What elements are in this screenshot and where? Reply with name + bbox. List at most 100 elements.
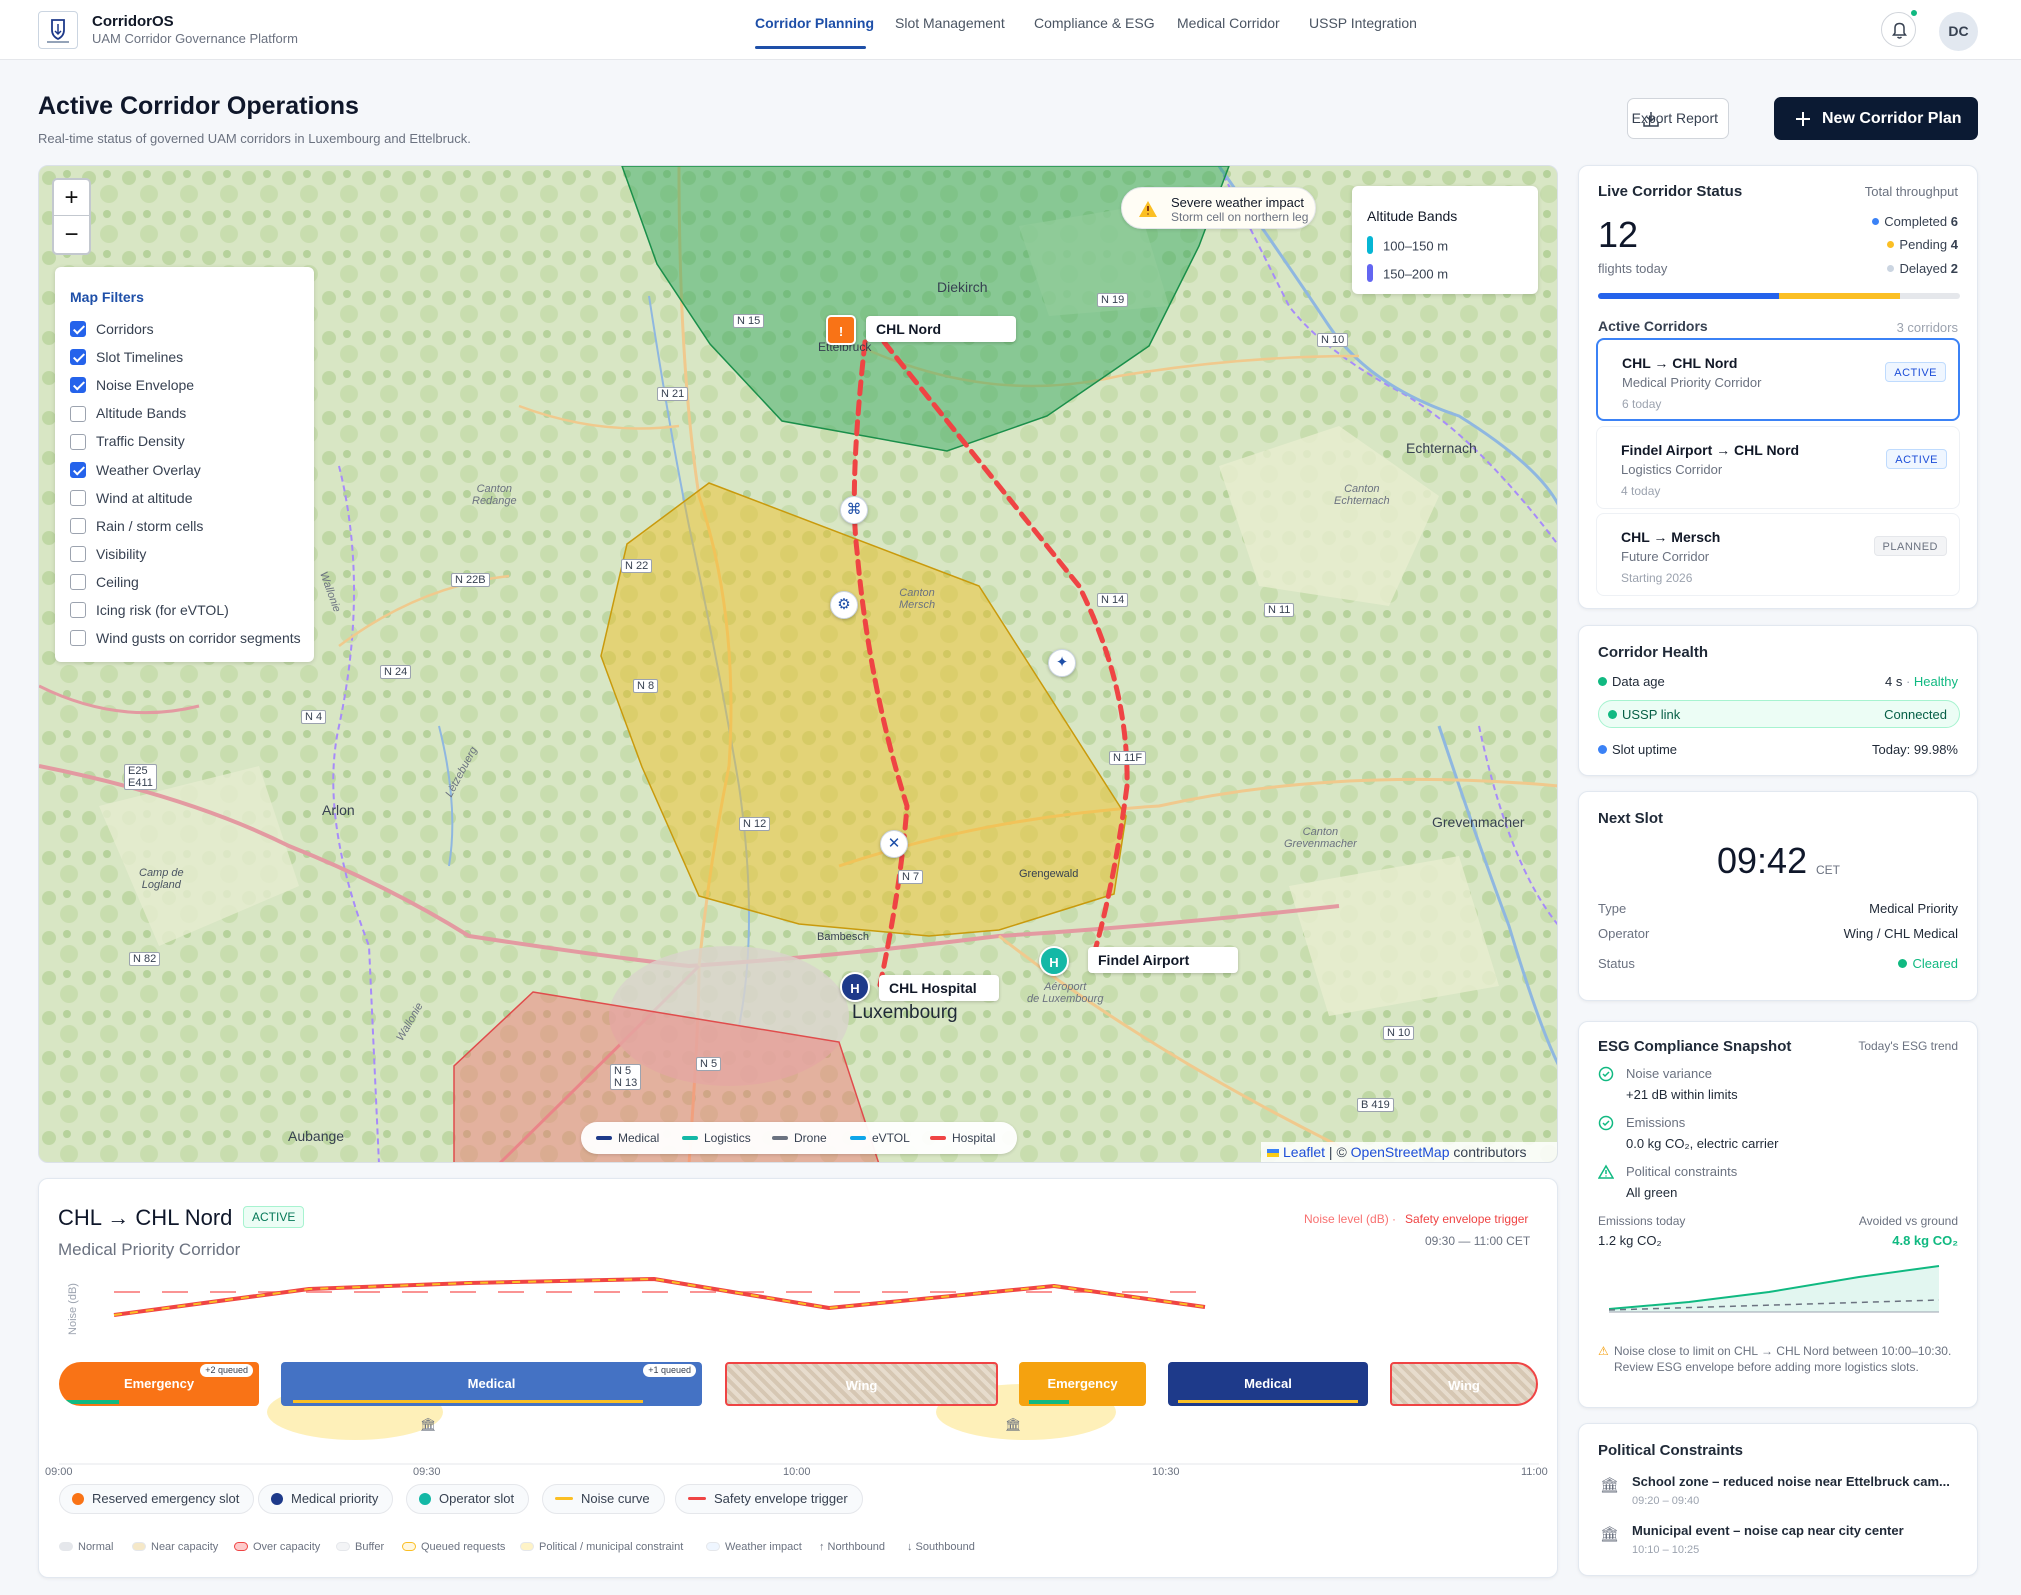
slot-medical[interactable]: Medical (1168, 1362, 1368, 1406)
corridor-map[interactable]: Diekirch Ettelbruck Luxembourg Arlon Gre… (38, 165, 1558, 1163)
status-key-over-capacity: Over capacity (234, 1541, 320, 1553)
filter-option[interactable]: Slot Timelines (70, 349, 183, 367)
tab-ussp-integration[interactable]: USSP Integration (1309, 15, 1417, 31)
road-label: N 14 (1097, 593, 1129, 607)
drone-waypoint-icon[interactable]: ⚙ (830, 591, 858, 619)
slot-emergency[interactable]: Emergency (1019, 1362, 1146, 1406)
municipal-constraint-icon[interactable]: 🏛 (420, 1417, 437, 1433)
town-label: Bambesch (817, 931, 869, 943)
zoom-in-button[interactable]: + (54, 180, 89, 216)
filter-option[interactable]: Rain / storm cells (70, 518, 203, 536)
legend-chip-safety-envelope[interactable]: Safety envelope trigger (675, 1484, 863, 1514)
filter-option[interactable]: Traffic Density (70, 433, 185, 451)
legend-chip-operator-slot[interactable]: Operator slot (406, 1484, 530, 1514)
drone-waypoint-icon[interactable]: ⌘ (840, 496, 868, 524)
drone-waypoint-icon[interactable]: ✕ (880, 830, 908, 858)
status-key-normal: Normal (59, 1541, 113, 1553)
filter-option[interactable]: Noise Envelope (70, 377, 194, 395)
political-constraints-card: Political Constraints 🏛 School zone – re… (1578, 1423, 1978, 1576)
progress-pending (1779, 293, 1900, 299)
filter-option[interactable]: Ceiling (70, 574, 139, 592)
legend-chip-noise-curve[interactable]: Noise curve (542, 1484, 665, 1514)
filter-option[interactable]: Icing risk (for eVTOL) (70, 602, 229, 620)
tab-slot-management[interactable]: Slot Management (895, 15, 1005, 31)
corridor-item-chl-mersch[interactable]: CHL → Mersch Future Corridor Starting 20… (1596, 513, 1960, 596)
filter-checkbox[interactable] (70, 405, 86, 422)
corridor-item-chl-chl-nord[interactable]: CHL → CHL Nord Medical Priority Corridor… (1596, 338, 1960, 421)
filter-label: Wind at altitude (96, 489, 193, 506)
time-tick: 10:00 (783, 1466, 811, 1478)
chl-hospital-marker[interactable]: H (840, 972, 870, 1002)
status-key-queued: Queued requests (402, 1541, 505, 1553)
filter-checkbox[interactable] (70, 489, 86, 506)
filter-option[interactable]: Altitude Bands (70, 405, 186, 423)
filter-option[interactable]: Corridors (70, 321, 154, 339)
slot-label: Emergency (123, 1376, 195, 1391)
filter-option[interactable]: Wind at altitude (70, 490, 193, 508)
filter-checkbox[interactable] (70, 517, 86, 534)
time-tick: 09:30 (413, 1466, 441, 1478)
osm-link[interactable]: OpenStreetMap (1351, 1144, 1450, 1160)
filter-checkbox[interactable] (70, 349, 86, 366)
slot-label: Emergency (1047, 1376, 1118, 1391)
filter-checkbox[interactable] (70, 377, 86, 394)
notifications-button[interactable] (1881, 12, 1916, 47)
filter-checkbox[interactable] (70, 574, 86, 591)
user-avatar[interactable]: DC (1939, 12, 1978, 51)
esg-item-label: Political constraints (1626, 1164, 1738, 1179)
slot-wing[interactable]: Wing (725, 1362, 998, 1406)
road-label: N 5 N 13 (610, 1064, 642, 1090)
tab-medical-corridor[interactable]: Medical Corridor (1177, 15, 1280, 31)
constraint-title[interactable]: Municipal event – noise cap near city ce… (1632, 1523, 1904, 1538)
road-label: N 11 (1264, 603, 1295, 617)
altitude-bands-title: Altitude Bands (1367, 208, 1458, 224)
corridor-subtitle: Medical Priority Corridor (1622, 375, 1762, 390)
tab-compliance-esg[interactable]: Compliance & ESG (1034, 15, 1155, 31)
filter-checkbox[interactable] (70, 433, 86, 450)
filter-option[interactable]: Wind gusts on corridor segments (70, 630, 301, 648)
zoom-out-button[interactable]: − (54, 217, 89, 253)
slot-emergency[interactable]: Emergency +2 queued (59, 1362, 259, 1406)
weather-alert-subtitle: Storm cell on northern leg (1171, 210, 1309, 224)
corridor-title: CHL → CHL Nord (1622, 355, 1738, 371)
canton-label: Canton Grevenmacher (1284, 826, 1357, 850)
legend-chip-medical-priority[interactable]: Medical priority (258, 1484, 394, 1514)
findel-airport-marker[interactable]: H (1039, 946, 1069, 976)
filter-checkbox[interactable] (70, 321, 86, 338)
tab-corridor-planning[interactable]: Corridor Planning (755, 15, 874, 31)
filter-option[interactable]: Visibility (70, 546, 146, 564)
leaflet-link[interactable]: Leaflet (1283, 1144, 1325, 1160)
filter-label: Visibility (96, 545, 147, 562)
throughput-progress-bar (1598, 293, 1960, 299)
corridor-timeline-card: CHL → CHL Nord ACTIVE Medical Priority C… (38, 1178, 1558, 1578)
chl-nord-marker[interactable]: ! (826, 315, 856, 345)
warning-icon (1139, 201, 1157, 217)
slot-progress (1029, 1400, 1069, 1404)
filter-checkbox[interactable] (70, 546, 86, 563)
status-badge: ACTIVE (1886, 449, 1947, 469)
emissions-value: 1.2 kg CO₂ (1598, 1233, 1662, 1248)
plus-icon (1796, 112, 1810, 126)
slot-label: Medical (1244, 1376, 1292, 1391)
filter-checkbox[interactable] (70, 461, 86, 478)
evtol-waypoint-icon[interactable]: ✦ (1048, 649, 1076, 677)
road-label: N 24 (380, 665, 412, 679)
app-logo[interactable] (38, 11, 78, 49)
queued-badge: +2 queued (200, 1364, 253, 1377)
corridor-item-findel-chl-nord[interactable]: Findel Airport → CHL Nord Logistics Corr… (1596, 426, 1960, 509)
slot-wing[interactable]: Wing (1390, 1362, 1538, 1406)
operator-value: Wing / CHL Medical (1843, 926, 1958, 941)
filter-checkbox[interactable] (70, 630, 86, 647)
constraint-title[interactable]: School zone – reduced noise near Ettelbr… (1632, 1474, 1950, 1489)
municipal-icon: 🏛 (1600, 1526, 1620, 1543)
legend-chip-reserved-emergency[interactable]: Reserved emergency slot (59, 1484, 255, 1514)
next-slot-timezone: CET (1816, 863, 1840, 877)
weather-alert[interactable]: Severe weather impact Storm cell on nort… (1121, 187, 1316, 229)
status-key-northbound: ↑ Northbound (819, 1541, 886, 1553)
map-filters-title: Map Filters (70, 289, 144, 305)
slot-medical[interactable]: Medical +1 queued (281, 1362, 702, 1406)
filter-option[interactable]: Weather Overlay (70, 462, 201, 480)
filter-checkbox[interactable] (70, 602, 86, 619)
municipal-constraint-icon[interactable]: 🏛 (1005, 1417, 1022, 1433)
ussp-link-status[interactable]: USSP link Connected (1598, 700, 1960, 728)
